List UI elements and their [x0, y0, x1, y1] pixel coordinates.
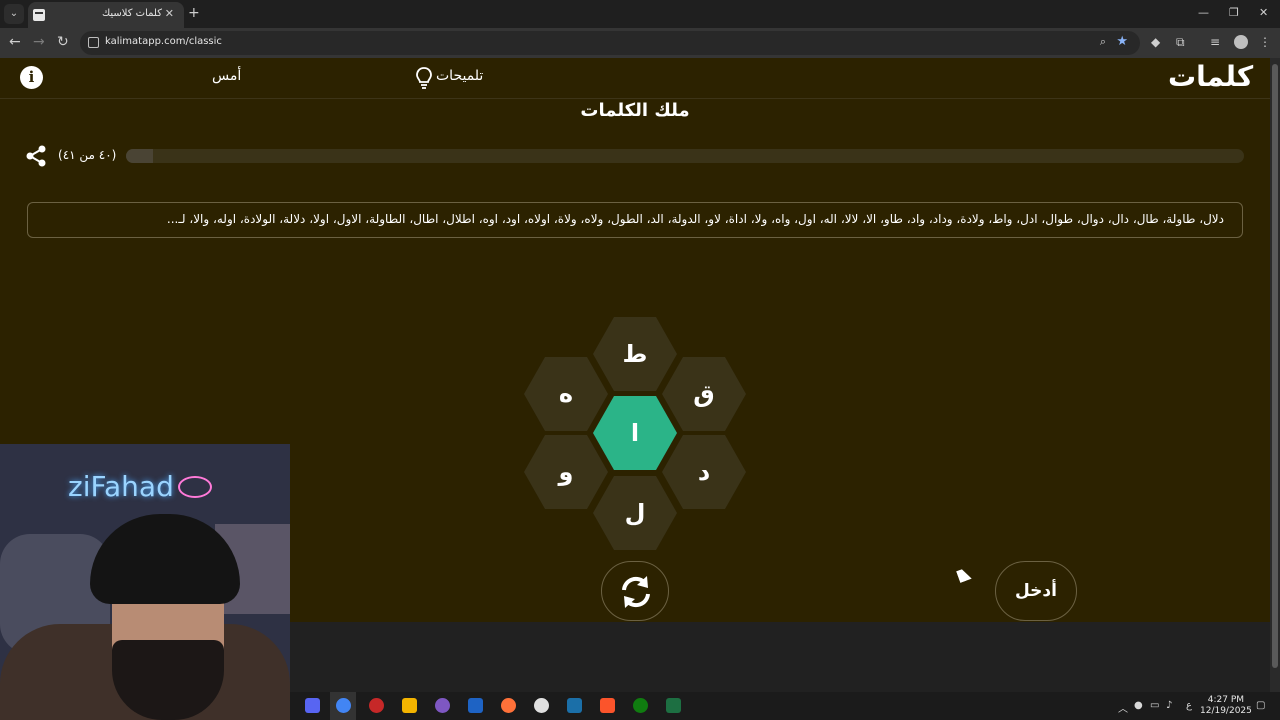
- excel-app-icon[interactable]: [666, 698, 681, 713]
- address-bar[interactable]: kalimatapp.com/classic ⌕ ★: [80, 31, 1140, 55]
- letter-hex-bottom-left[interactable]: و: [524, 435, 608, 509]
- minimize-icon[interactable]: —: [1198, 6, 1209, 19]
- found-words-list[interactable]: دلال، طاولة، طال، دال، دوال، طوال، ادل، …: [27, 202, 1243, 238]
- media-control-icon[interactable]: ≡: [1210, 35, 1220, 49]
- forward-icon[interactable]: →: [33, 34, 45, 50]
- tab-search-button[interactable]: ⌄: [4, 4, 24, 24]
- menu-dots-icon[interactable]: ⋮: [1259, 35, 1271, 49]
- app-icon[interactable]: [534, 698, 549, 713]
- brave-app-icon[interactable]: [600, 698, 615, 713]
- progress-bar: [126, 149, 1244, 163]
- hints-link[interactable]: تلميحات: [436, 68, 483, 84]
- windows-taskbar: ︿ ● ▭ ♪ ع 4:27 PM 12/19/2025 ▢: [290, 692, 1280, 720]
- tab-title: كلمات كلاسيك: [101, 8, 162, 19]
- input-language[interactable]: ع: [1186, 700, 1192, 711]
- found-count: (٤٠ من ٤١): [58, 148, 117, 162]
- reload-icon[interactable]: ↻: [57, 34, 69, 50]
- found-words-text: دلال، طاولة، طال، دال، دوال، طوال، ادل، …: [166, 212, 1224, 226]
- clock-date: 12/19/2025: [1200, 706, 1252, 716]
- browser-tab-bar: ⌄ كلمات كلاسيك ✕ + — ❐ ✕: [0, 0, 1280, 28]
- obs-app-icon[interactable]: [369, 698, 384, 713]
- extension-icon[interactable]: ◆: [1151, 35, 1160, 49]
- letter-hex-bottom[interactable]: ل: [593, 476, 677, 550]
- webcam-overlay: ziFahad: [0, 444, 290, 720]
- zoom-icon[interactable]: ⌕: [1100, 35, 1106, 49]
- tray-chevron-icon[interactable]: ︿: [1118, 700, 1128, 715]
- steam-app-icon[interactable]: [567, 698, 582, 713]
- lightbulb-icon[interactable]: [415, 67, 433, 89]
- file-explorer-icon[interactable]: [402, 698, 417, 713]
- tab-close-icon[interactable]: ✕: [165, 7, 174, 20]
- yesterday-link[interactable]: أمس: [212, 68, 241, 84]
- letter-hex-top-left[interactable]: ه: [524, 357, 608, 431]
- browser-tab[interactable]: كلمات كلاسيك ✕: [28, 2, 184, 28]
- browser-toolbar: ← → ↻ kalimatapp.com/classic ⌕ ★ ◆ ⧉ ≡ ⋮: [0, 28, 1280, 58]
- microphone-icon[interactable]: ●: [1134, 700, 1143, 711]
- letter-hex-top[interactable]: ط: [593, 317, 677, 391]
- back-icon[interactable]: ←: [9, 34, 21, 50]
- enter-button[interactable]: أدخل: [995, 561, 1077, 621]
- xbox-app-icon[interactable]: [633, 698, 648, 713]
- bookmark-star-icon[interactable]: ★: [1116, 34, 1128, 49]
- share-icon[interactable]: [25, 145, 47, 167]
- scrollbar-thumb[interactable]: [1272, 64, 1278, 668]
- restore-icon[interactable]: ❐: [1229, 6, 1239, 19]
- refresh-icon: [622, 576, 650, 608]
- site-favicon-icon: [33, 9, 45, 21]
- firefox-app-icon[interactable]: [501, 698, 516, 713]
- window-close-icon[interactable]: ✕: [1259, 6, 1268, 19]
- clock-time: 4:27 PM: [1207, 695, 1245, 705]
- extensions-puzzle-icon[interactable]: ⧉: [1176, 35, 1185, 50]
- planet-neon-icon: [178, 476, 212, 498]
- chrome-app-icon[interactable]: [336, 698, 351, 713]
- network-icon[interactable]: ▭: [1150, 700, 1159, 711]
- volume-icon[interactable]: ♪: [1166, 700, 1172, 711]
- letter-hex-bottom-right[interactable]: د: [662, 435, 746, 509]
- header-divider: [0, 98, 1270, 99]
- taskbar-clock[interactable]: 4:27 PM 12/19/2025: [1200, 695, 1252, 717]
- notifications-icon[interactable]: ▢: [1256, 700, 1265, 711]
- progress-fill: [126, 149, 153, 163]
- letter-hex-center[interactable]: ا: [593, 396, 677, 470]
- letter-hex-top-right[interactable]: ق: [662, 357, 746, 431]
- site-info-icon[interactable]: [88, 37, 99, 48]
- discord-app-icon[interactable]: [305, 698, 320, 713]
- shuffle-button[interactable]: [601, 561, 669, 621]
- site-logo[interactable]: كلمات: [1168, 60, 1253, 93]
- messenger-app-icon[interactable]: [435, 698, 450, 713]
- info-icon[interactable]: i: [20, 66, 43, 89]
- page-title: ملك الكلمات: [580, 100, 690, 121]
- word-app-icon[interactable]: [468, 698, 483, 713]
- new-tab-button[interactable]: +: [188, 5, 200, 21]
- url-text: kalimatapp.com/classic: [105, 36, 222, 47]
- profile-avatar[interactable]: [1234, 35, 1248, 49]
- neon-sign-text: ziFahad: [68, 470, 174, 503]
